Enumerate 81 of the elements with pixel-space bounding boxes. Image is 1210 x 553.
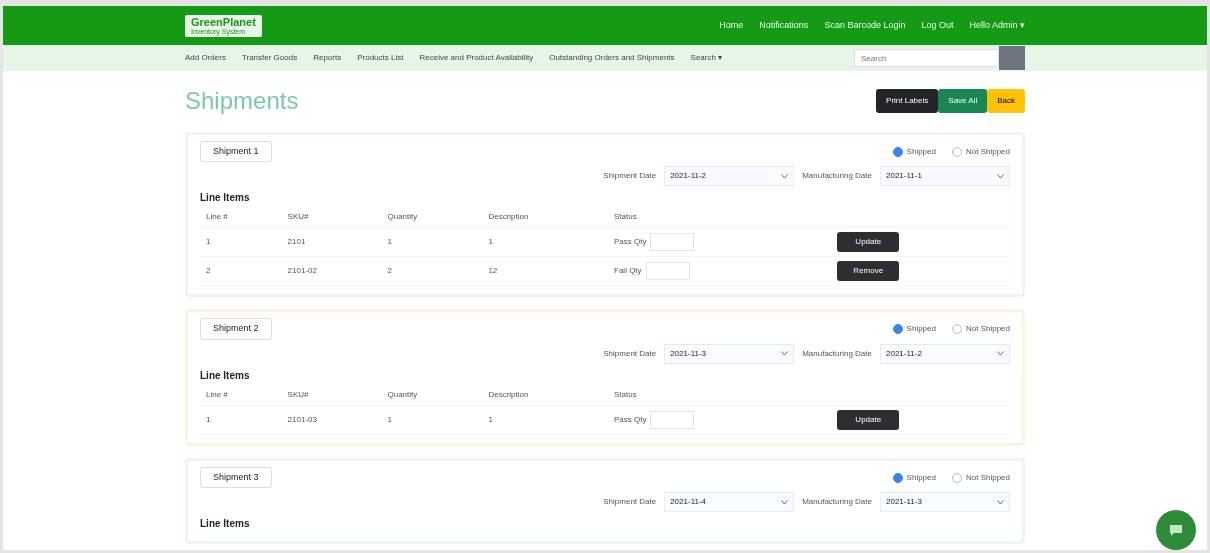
- table-cell: 2101-02: [281, 256, 382, 286]
- caret-icon: [781, 351, 789, 357]
- action-button[interactable]: Print Labels: [876, 89, 939, 114]
- row-button[interactable]: Remove: [837, 261, 900, 282]
- menu-link[interactable]: Outstanding Orders and Shipments: [549, 52, 675, 64]
- radio-option[interactable]: Not Shipped: [951, 145, 1010, 158]
- row-button[interactable]: Update: [837, 232, 900, 253]
- caret-icon: [781, 173, 789, 179]
- action-button[interactable]: Back: [987, 89, 1025, 114]
- table-cell: 2: [200, 256, 282, 286]
- chat-button[interactable]: [1156, 510, 1196, 550]
- radio-option[interactable]: Shipped: [892, 471, 936, 484]
- quantity-field[interactable]: [650, 233, 695, 252]
- field-label: Pass Qty: [614, 413, 647, 426]
- shipment-title: Shipment 1: [200, 140, 272, 163]
- section-title: Line Items: [200, 368, 251, 383]
- field-label: Shipment Date: [603, 347, 657, 360]
- field-label: Manufacturing Date: [802, 347, 872, 360]
- page-title: Shipments: [185, 87, 299, 116]
- section-title: Line Items: [200, 517, 251, 532]
- shipment-title: Shipment 3: [200, 466, 272, 489]
- column-header: Description: [482, 207, 608, 228]
- date-select[interactable]: 2021-11-2: [880, 343, 1010, 364]
- row-button[interactable]: Update: [837, 409, 900, 430]
- radio-option[interactable]: Shipped: [892, 145, 936, 158]
- column-header: Quantity: [381, 384, 483, 406]
- field-label: Fail Qty: [614, 265, 642, 278]
- column-header: Line #: [200, 207, 282, 228]
- date-select[interactable]: 2021-11-3: [880, 492, 1010, 513]
- nav-link[interactable]: Home: [719, 18, 744, 33]
- section-title: Line Items: [200, 191, 251, 206]
- menu-link[interactable]: Reports: [313, 52, 342, 64]
- table-cell: 1: [482, 405, 608, 435]
- field-label: Shipment Date: [603, 496, 657, 509]
- menu-link[interactable]: Receive and Product Availability: [419, 52, 534, 64]
- nav-link[interactable]: Log Out: [921, 18, 954, 33]
- caret-icon: [997, 173, 1004, 179]
- radio-option[interactable]: Not Shipped: [951, 471, 1010, 484]
- table-cell: 1: [200, 405, 282, 435]
- column-header: Line #: [200, 384, 282, 406]
- quantity-field[interactable]: [650, 410, 695, 429]
- nav-link[interactable]: Scan Barcode Login: [824, 18, 906, 33]
- table-cell: 12: [482, 256, 608, 286]
- field-label: Pass Qty: [614, 236, 647, 249]
- chat-icon: [1168, 522, 1184, 538]
- table-cell: 2101-03: [281, 405, 382, 435]
- field-label: Manufacturing Date: [802, 496, 872, 509]
- date-select[interactable]: 2021-11-1: [880, 166, 1010, 187]
- caret-icon: [997, 351, 1004, 357]
- table-cell: 2101: [281, 227, 382, 257]
- menu-link[interactable]: Transfer Goods: [241, 52, 298, 64]
- caret-icon: [997, 499, 1004, 505]
- column-header: Status: [608, 207, 832, 228]
- column-header: Quantity: [381, 207, 483, 228]
- table-cell: 2: [381, 256, 483, 286]
- search-button[interactable]: [999, 46, 1025, 70]
- action-button[interactable]: Save All: [938, 89, 988, 114]
- menu-link[interactable]: Add Orders: [185, 52, 226, 64]
- table-cell: 1: [200, 227, 282, 257]
- table-cell: 1: [381, 227, 483, 257]
- radio-option[interactable]: Shipped: [892, 323, 936, 336]
- search-field[interactable]: Search: [854, 49, 999, 67]
- column-header: Description: [482, 384, 608, 406]
- column-header: Status: [608, 384, 832, 406]
- date-select[interactable]: 2021-11-4: [664, 492, 795, 513]
- column-header: SKU#: [281, 207, 382, 228]
- column-header: SKU#: [281, 384, 382, 406]
- menu-link[interactable]: Search ▾: [690, 52, 723, 64]
- field-label: Shipment Date: [603, 170, 657, 183]
- date-select[interactable]: 2021-11-2: [664, 166, 795, 187]
- quantity-field[interactable]: [645, 262, 690, 281]
- date-select[interactable]: 2021-11-3: [664, 343, 795, 364]
- table-cell: 1: [482, 227, 608, 257]
- radio-option[interactable]: Not Shipped: [951, 323, 1010, 336]
- menu-link[interactable]: Products List: [357, 52, 404, 64]
- nav-link[interactable]: Hello Admin ▾: [969, 18, 1025, 33]
- field-label: Manufacturing Date: [802, 170, 872, 183]
- nav-link[interactable]: Notifications: [759, 18, 809, 33]
- table-cell: 1: [381, 405, 483, 435]
- caret-icon: [781, 499, 789, 505]
- shipment-title: Shipment 2: [200, 318, 272, 340]
